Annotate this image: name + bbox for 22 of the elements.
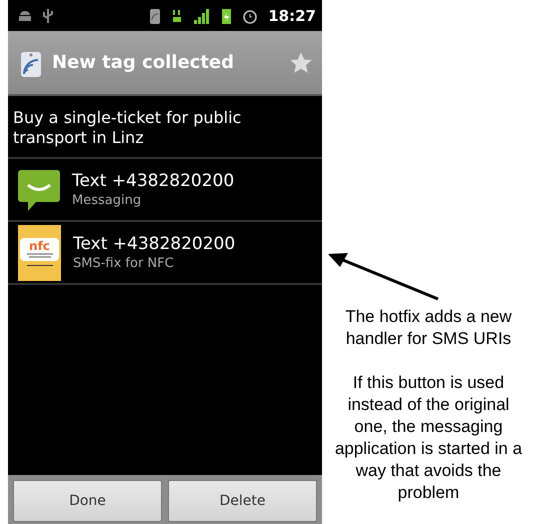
star-icon[interactable]: [288, 50, 314, 75]
annotation-text: If this button is used instead of the original one, the messaging application is started in a way that avoids the problem: [334, 372, 524, 504]
alarm-icon: [242, 8, 258, 24]
action-button[interactable]: Done: [13, 480, 162, 522]
handler-title[interactable]: Text +4382820200: [72, 171, 234, 191]
action-button[interactable]: Delete: [168, 480, 317, 522]
battery-icon: [221, 6, 232, 24]
usb-icon: [42, 8, 54, 24]
handler-item[interactable]: nfc Text +4382820200 SMS-fix for NFC: [8, 222, 322, 285]
handler-item[interactable]: Text +4382820200 Messaging: [8, 159, 322, 222]
signal-icon: [193, 8, 212, 24]
logo-text: nfc: [29, 240, 50, 253]
status-time: 18:27: [268, 6, 316, 24]
screen-title: New tag collected: [52, 52, 236, 73]
text-lines-icon: [24, 253, 54, 259]
text-line-icon: [24, 264, 54, 267]
chat-icon: [18, 168, 60, 212]
handler-title[interactable]: Text +4382820200: [73, 234, 236, 254]
annotation-text: The hotfix adds a new handler for SMS URIs: [344, 306, 513, 350]
handler-app: Messaging: [72, 193, 142, 208]
tag-description: Buy a single-ticket for public transport in Linz: [8, 96, 322, 159]
handler-app: SMS-fix for NFC: [73, 256, 175, 271]
